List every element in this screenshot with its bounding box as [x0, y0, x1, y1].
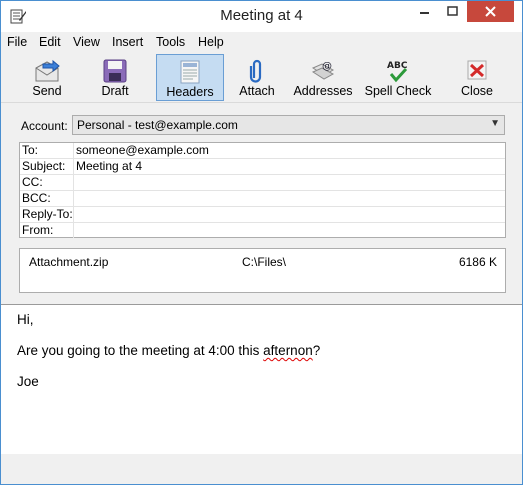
account-select[interactable]: Personal - test@example.com ▼	[72, 115, 505, 135]
maximize-icon	[447, 6, 458, 16]
header-key: From:	[20, 223, 74, 238]
header-row-subject[interactable]: Subject: Meeting at 4	[20, 159, 505, 175]
to-field[interactable]: someone@example.com	[76, 143, 209, 158]
toolbar: Send Draft Headers Attach @ Addresses AB…	[1, 52, 522, 103]
app-window: Meeting at 4 File Edit View Insert Tools…	[0, 0, 523, 485]
body-line-signature: Joe	[17, 374, 39, 389]
headers-button[interactable]: Headers	[156, 54, 224, 101]
svg-text:@: @	[322, 61, 332, 72]
maximize-button[interactable]	[439, 1, 466, 22]
header-key: Reply-To:	[22, 207, 74, 222]
header-key: CC:	[20, 175, 74, 190]
menu-edit[interactable]: Edit	[39, 35, 61, 49]
send-button[interactable]: Send	[15, 54, 79, 101]
status-bar	[1, 454, 522, 484]
address-book-icon: @	[311, 61, 335, 80]
spell-check-icon: ABC	[387, 61, 408, 83]
menu-view[interactable]: View	[73, 35, 100, 49]
attachment-size: 6186 K	[458, 255, 497, 269]
addresses-button[interactable]: @ Addresses	[291, 54, 355, 101]
message-body[interactable]: Hi, Are you going to the meeting at 4:00…	[1, 305, 522, 454]
attachment-path: C:\Files\	[242, 255, 287, 269]
body-line-greeting: Hi,	[17, 312, 34, 327]
attachment-name[interactable]: Attachment.zip	[29, 255, 108, 269]
menu-bar: File Edit View Insert Tools Help	[1, 32, 522, 52]
minimize-button[interactable]	[410, 1, 439, 22]
header-key: Subject:	[20, 159, 74, 174]
minimize-icon	[420, 12, 429, 14]
addresses-label: Addresses	[293, 84, 353, 98]
body-text: ?	[312, 343, 321, 358]
spell-check-label: Spell Check	[364, 84, 432, 98]
headers-icon	[180, 60, 200, 84]
menu-file[interactable]: File	[7, 35, 27, 49]
header-row-cc[interactable]: CC:	[20, 175, 505, 191]
attach-label: Attach	[239, 84, 275, 98]
red-x-icon	[467, 60, 487, 80]
send-label: Send	[32, 84, 62, 98]
floppy-disk-icon	[103, 59, 127, 83]
header-row-reply-to[interactable]: Reply-To:	[20, 207, 505, 223]
close-label: Close	[461, 84, 493, 98]
spell-check-button[interactable]: ABC Spell Check	[363, 54, 433, 101]
body-line-question: Are you going to the meeting at 4:00 thi…	[17, 343, 320, 358]
headers-label: Headers	[166, 85, 214, 99]
header-row-to[interactable]: To: someone@example.com	[20, 143, 505, 159]
account-value: Personal - test@example.com	[77, 118, 238, 132]
attach-button[interactable]: Attach	[229, 54, 285, 101]
subject-field[interactable]: Meeting at 4	[76, 159, 142, 174]
menu-tools[interactable]: Tools	[156, 35, 185, 49]
account-label: Account:	[21, 119, 68, 133]
misspelled-word[interactable]: afternon	[263, 343, 313, 358]
title-bar: Meeting at 4	[1, 1, 522, 32]
paperclip-icon	[249, 59, 262, 83]
menu-help[interactable]: Help	[198, 35, 224, 49]
header-row-bcc[interactable]: BCC:	[20, 191, 505, 207]
header-row-from[interactable]: From:	[20, 223, 505, 239]
send-icon	[35, 59, 60, 82]
header-key: BCC:	[20, 191, 74, 206]
headers-grid: To: someone@example.com Subject: Meeting…	[19, 142, 506, 238]
body-text: Are you going to the meeting at 4:00 thi…	[17, 343, 264, 358]
chevron-down-icon: ▼	[490, 118, 500, 129]
menu-insert[interactable]: Insert	[112, 35, 143, 49]
close-button[interactable]: Close	[449, 54, 505, 101]
close-icon	[485, 6, 496, 17]
window-close-button[interactable]	[467, 1, 514, 22]
header-key: To:	[20, 143, 74, 158]
draft-label: Draft	[101, 84, 129, 98]
draft-button[interactable]: Draft	[83, 54, 147, 101]
attachment-list[interactable]: Attachment.zip C:\Files\ 6186 K	[19, 248, 506, 293]
